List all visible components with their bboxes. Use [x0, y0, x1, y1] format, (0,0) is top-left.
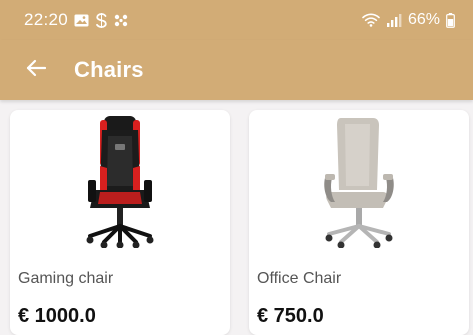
product-price: € 1000.0: [18, 305, 96, 327]
status-right: 66%: [362, 11, 455, 29]
app-bar: Chairs: [0, 40, 473, 100]
battery-percent: 66%: [407, 11, 440, 28]
status-bar: 22:20 66%: [0, 0, 473, 40]
product-price: € 750.0: [257, 305, 324, 327]
dots-grid-icon: [114, 14, 129, 27]
gallery-icon: [74, 14, 89, 27]
page-title: Chairs: [74, 57, 144, 82]
status-left: 22:20: [24, 10, 129, 30]
product-image-gaming-chair: [10, 116, 230, 248]
product-card-gaming-chair[interactable]: Gaming chair € 1000.0: [10, 110, 230, 335]
s-app-icon: [95, 12, 108, 28]
signal-icon: [386, 13, 402, 27]
arrow-left-icon: [26, 59, 47, 82]
battery-icon: [446, 12, 455, 28]
product-card-office-chair[interactable]: Office Chair € 750.0: [249, 110, 469, 335]
product-grid: Gaming chair € 1000.0 Office Chair € 750…: [0, 100, 473, 335]
status-time: 22:20: [24, 10, 69, 29]
wifi-icon: [362, 13, 380, 27]
product-image-office-chair: [249, 116, 469, 248]
product-name: Gaming chair: [18, 270, 114, 287]
product-name: Office Chair: [257, 270, 342, 287]
back-button[interactable]: [24, 58, 48, 82]
